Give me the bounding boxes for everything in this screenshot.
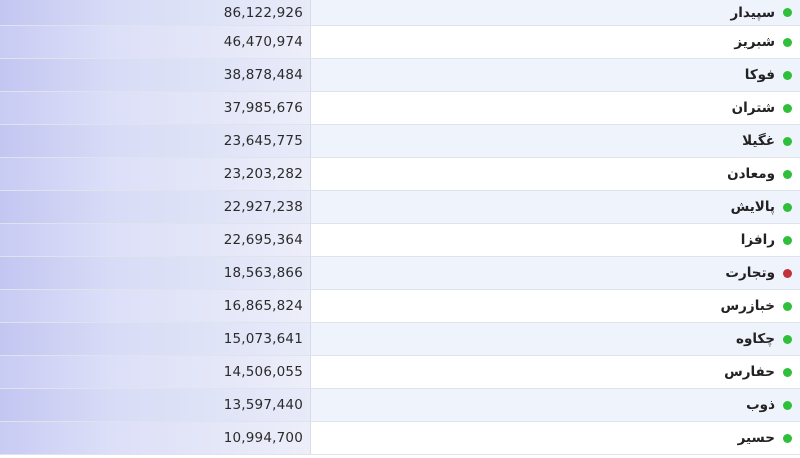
volume-cell: 22,695,364 xyxy=(0,224,311,256)
table-row[interactable]: 10,994,700 حسیر xyxy=(0,422,800,455)
symbol-cell[interactable]: ذوب xyxy=(650,389,800,421)
status-dot-green-icon xyxy=(783,37,792,47)
symbol-name[interactable]: سپیدار xyxy=(731,5,776,21)
table-row[interactable]: 14,506,055 حفارس xyxy=(0,356,800,389)
symbol-cell[interactable]: حفارس xyxy=(650,356,800,388)
volume-value: 14,506,055 xyxy=(223,364,303,380)
symbol-cell[interactable]: سپیدار xyxy=(650,0,800,25)
symbol-name[interactable]: خبازرس xyxy=(721,298,775,314)
symbol-name[interactable]: حفارس xyxy=(724,364,775,380)
volume-cell: 46,470,974 xyxy=(0,26,311,58)
volume-cell: 14,506,055 xyxy=(0,356,311,388)
symbol-name[interactable]: پالایش xyxy=(731,199,775,215)
symbol-name[interactable]: رافزا xyxy=(741,232,775,248)
table-row[interactable]: 38,878,484 فوکا xyxy=(0,59,800,92)
volume-value: 22,927,238 xyxy=(223,199,303,215)
table-row[interactable]: 23,645,775 غگیلا xyxy=(0,125,800,158)
volume-cell: 15,073,641 xyxy=(0,323,311,355)
status-dot-green-icon xyxy=(783,169,792,179)
symbol-name[interactable]: وتجارت xyxy=(725,265,775,281)
volume-value: 13,597,440 xyxy=(223,397,303,413)
volume-value: 86,122,926 xyxy=(223,4,303,21)
table-row[interactable]: 13,597,440 ذوب xyxy=(0,389,800,422)
symbol-cell[interactable]: چکاوه xyxy=(650,323,800,355)
table-row[interactable]: 15,073,641 چکاوه xyxy=(0,323,800,356)
table-row[interactable]: 16,865,824 خبازرس xyxy=(0,290,800,323)
volume-value: 22,695,364 xyxy=(223,232,303,248)
table-row[interactable]: 46,470,974 شبریز xyxy=(0,26,800,59)
status-dot-green-icon xyxy=(783,202,792,212)
status-dot-green-icon xyxy=(783,70,792,80)
symbol-name[interactable]: حسیر xyxy=(738,430,775,446)
status-dot-red-icon xyxy=(783,268,792,278)
volume-value: 46,470,974 xyxy=(223,34,303,50)
volume-value: 15,073,641 xyxy=(223,331,303,347)
volume-value: 16,865,824 xyxy=(223,298,303,314)
symbol-name[interactable]: غگیلا xyxy=(742,133,775,149)
volume-value: 18,563,866 xyxy=(223,265,303,281)
symbol-name[interactable]: شبریز xyxy=(734,34,775,50)
symbol-cell[interactable]: غگیلا xyxy=(650,125,800,157)
volume-cell: 23,203,282 xyxy=(0,158,311,190)
volume-cell: 18,563,866 xyxy=(0,257,311,289)
table-row[interactable]: 22,927,238 پالایش xyxy=(0,191,800,224)
volume-cell: 38,878,484 xyxy=(0,59,311,91)
symbol-cell[interactable]: پالایش xyxy=(650,191,800,223)
status-dot-green-icon xyxy=(783,103,792,113)
symbol-cell[interactable]: وتجارت xyxy=(650,257,800,289)
status-dot-green-icon xyxy=(783,433,792,443)
symbol-cell[interactable]: خبازرس xyxy=(650,290,800,322)
table-row[interactable]: 23,203,282 ومعادن xyxy=(0,158,800,191)
stock-volume-table: 86,122,926 سپیدار 46,470,974 شبریز 38,878,48… xyxy=(0,0,800,455)
volume-value: 23,203,282 xyxy=(223,166,303,182)
volume-cell: 13,597,440 xyxy=(0,389,311,421)
volume-cell: 22,927,238 xyxy=(0,191,311,223)
status-dot-green-icon xyxy=(783,301,792,311)
symbol-cell[interactable]: ومعادن xyxy=(650,158,800,190)
status-dot-green-icon xyxy=(783,136,792,146)
table-row[interactable]: 18,563,866 وتجارت xyxy=(0,257,800,290)
status-dot-green-icon xyxy=(783,235,792,245)
symbol-name[interactable]: چکاوه xyxy=(736,331,775,347)
symbol-cell[interactable]: شتران xyxy=(650,92,800,124)
symbol-name[interactable]: فوکا xyxy=(745,67,775,83)
volume-value: 10,994,700 xyxy=(223,430,303,446)
table-row[interactable]: 86,122,926 سپیدار xyxy=(0,0,800,26)
table-row[interactable]: 37,985,676 شتران xyxy=(0,92,800,125)
volume-cell: 23,645,775 xyxy=(0,125,311,157)
status-dot-green-icon xyxy=(783,8,792,17)
status-dot-green-icon xyxy=(783,400,792,410)
status-dot-green-icon xyxy=(783,334,792,344)
table-row[interactable]: 22,695,364 رافزا xyxy=(0,224,800,257)
symbol-name[interactable]: ومعادن xyxy=(727,166,775,182)
symbol-cell[interactable]: رافزا xyxy=(650,224,800,256)
volume-value: 23,645,775 xyxy=(223,133,303,149)
status-dot-green-icon xyxy=(783,367,792,377)
symbol-cell[interactable]: شبریز xyxy=(650,26,800,58)
volume-cell: 16,865,824 xyxy=(0,290,311,322)
symbol-name[interactable]: شتران xyxy=(732,100,775,116)
volume-value: 38,878,484 xyxy=(223,67,303,83)
volume-cell: 10,994,700 xyxy=(0,422,311,454)
symbol-name[interactable]: ذوب xyxy=(746,397,775,413)
volume-cell: 37,985,676 xyxy=(0,92,311,124)
symbol-cell[interactable]: حسیر xyxy=(650,422,800,454)
symbol-cell[interactable]: فوکا xyxy=(650,59,800,91)
volume-cell: 86,122,926 xyxy=(0,0,311,25)
volume-value: 37,985,676 xyxy=(223,100,303,116)
